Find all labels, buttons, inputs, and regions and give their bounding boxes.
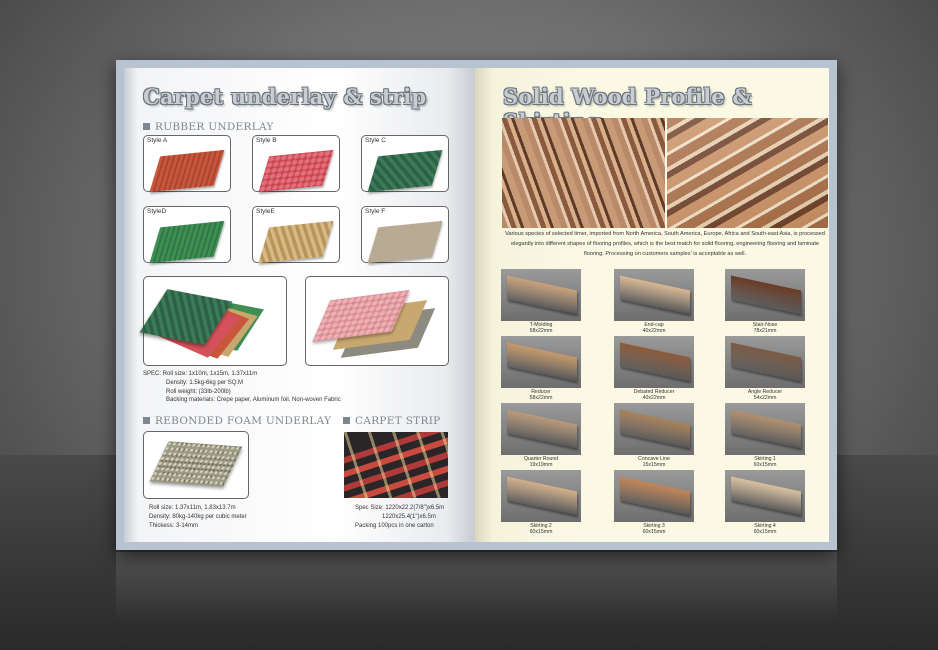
- rubber-mat-image: [367, 220, 443, 264]
- style-label: Style C: [365, 137, 386, 144]
- profile-photo: [501, 470, 581, 522]
- style-label: Style F: [365, 208, 386, 215]
- left-page-title: Carpet underlay & strip: [143, 84, 427, 109]
- profile-photo: [501, 269, 581, 321]
- profile-piece: [620, 409, 690, 449]
- profile-caption: T-Molding 58x22mm: [501, 322, 581, 334]
- profile-caption: Skirting 4 60x15mm: [725, 523, 805, 535]
- carpet-strip-photo: [344, 432, 448, 498]
- profile-photo: [614, 336, 694, 388]
- carpet-strip-heading: CARPET STRIP: [343, 415, 441, 427]
- profile-piece: [620, 275, 690, 315]
- rubber-spec-text: SPEC: Roll size: 1x10m, 1x15m, 1.37x11m …: [143, 371, 341, 404]
- rubber-stack-photo-1: [139, 276, 287, 366]
- profile-size: 60x15mm: [753, 462, 777, 469]
- profile-photo: [725, 403, 805, 455]
- rubber-style-b-tile: Style B: [252, 135, 340, 193]
- book-reflection: [116, 552, 837, 622]
- profile-size: 40x22mm: [642, 328, 666, 335]
- profile-size: 19x19mm: [529, 462, 553, 469]
- style-label: StyleD: [147, 208, 167, 215]
- profile-caption: Debated Reducer 40x22mm: [614, 389, 694, 401]
- rubber-style-a-tile: Style A: [143, 135, 231, 193]
- profile-caption: Skirting 1 60x15mm: [725, 456, 805, 468]
- profile-photo: [614, 470, 694, 522]
- rubber-stack-photo-2: [305, 276, 449, 366]
- style-label: Style B: [256, 137, 277, 144]
- rubber-mat-image: [149, 220, 225, 264]
- wood-profiles-photo: [667, 118, 828, 228]
- profile-piece: [731, 275, 801, 315]
- profile-size: 58x22mm: [529, 328, 553, 335]
- profile-caption: Skirting 3 60x15mm: [614, 523, 694, 535]
- profile-caption: Angle Reducer 54x22mm: [725, 389, 805, 401]
- profile-piece: [731, 476, 801, 516]
- profile-piece: [507, 342, 577, 382]
- profile-piece: [507, 476, 577, 516]
- rubber-mat-image: [258, 220, 334, 264]
- rubber-style-d-tile: StyleD: [143, 206, 231, 264]
- profile-photo: [725, 470, 805, 522]
- style-label: StyleE: [256, 208, 275, 215]
- profile-caption: End-cap 40x22mm: [614, 322, 694, 334]
- profile-photo: [725, 269, 805, 321]
- profile-photo: [501, 403, 581, 455]
- rubber-mat-image: [258, 149, 334, 193]
- profile-piece: [620, 342, 690, 382]
- profile-size: 40x22mm: [642, 395, 666, 402]
- profile-caption: Reducer 58x22mm: [501, 389, 581, 401]
- profile-size: 15x15mm: [642, 462, 666, 469]
- profile-size: 78x21mm: [753, 328, 777, 335]
- rubber-mat-image: [367, 149, 443, 193]
- foam-spec-text: Roll size: 1.37x11m, 1.83x13.7m Density:…: [149, 505, 247, 529]
- right-page: Solid Wood Profile & Skirting Various sp…: [475, 60, 837, 550]
- profile-piece: [620, 476, 690, 516]
- profile-piece: [731, 342, 801, 382]
- profile-photo: [614, 269, 694, 321]
- profile-caption: Concave Line 15x15mm: [614, 456, 694, 468]
- rebonded-foam-heading: REBONDED FOAM UNDERLAY: [143, 415, 331, 427]
- profile-caption: Quarter Round 19x19mm: [501, 456, 581, 468]
- profile-caption: Skirting 2 60x15mm: [501, 523, 581, 535]
- rubber-style-f-tile: Style F: [361, 206, 449, 264]
- profile-size: 60x15mm: [753, 529, 777, 536]
- foam-sheet: [149, 441, 243, 487]
- description-text: Various species of selected timer, impor…: [505, 231, 825, 257]
- strip-spec-text: Spec Size: 1220x22.2(7/8")x6.5m 1220x25.…: [355, 505, 445, 529]
- brochure-spread: Carpet underlay & strip RUBBER UNDERLAY …: [116, 60, 837, 550]
- left-page: Carpet underlay & strip RUBBER UNDERLAY …: [116, 60, 475, 550]
- profile-photo: [501, 336, 581, 388]
- strip-nails: [344, 432, 448, 498]
- profile-caption: Stair-Nose 78x21mm: [725, 322, 805, 334]
- profile-size: 54x22mm: [753, 395, 777, 402]
- foam-photo: [143, 431, 249, 499]
- profile-piece: [731, 409, 801, 449]
- profile-piece: [507, 409, 577, 449]
- profile-size: 58x22mm: [529, 395, 553, 402]
- rubber-underlay-heading: RUBBER UNDERLAY: [143, 121, 274, 133]
- profile-photo: [725, 336, 805, 388]
- profile-size: 60x15mm: [529, 529, 553, 536]
- rubber-mat-image: [149, 149, 225, 193]
- bullet-square: [343, 417, 350, 424]
- profile-piece: [507, 275, 577, 315]
- bullet-square: [143, 123, 150, 130]
- bullet-square: [143, 417, 150, 424]
- rubber-style-c-tile: Style C: [361, 135, 449, 193]
- rubber-style-e-tile: StyleE: [252, 206, 340, 264]
- profile-size: 60x15mm: [642, 529, 666, 536]
- wood-sticks-photo: [502, 118, 665, 228]
- profile-photo: [614, 403, 694, 455]
- style-label: Style A: [147, 137, 168, 144]
